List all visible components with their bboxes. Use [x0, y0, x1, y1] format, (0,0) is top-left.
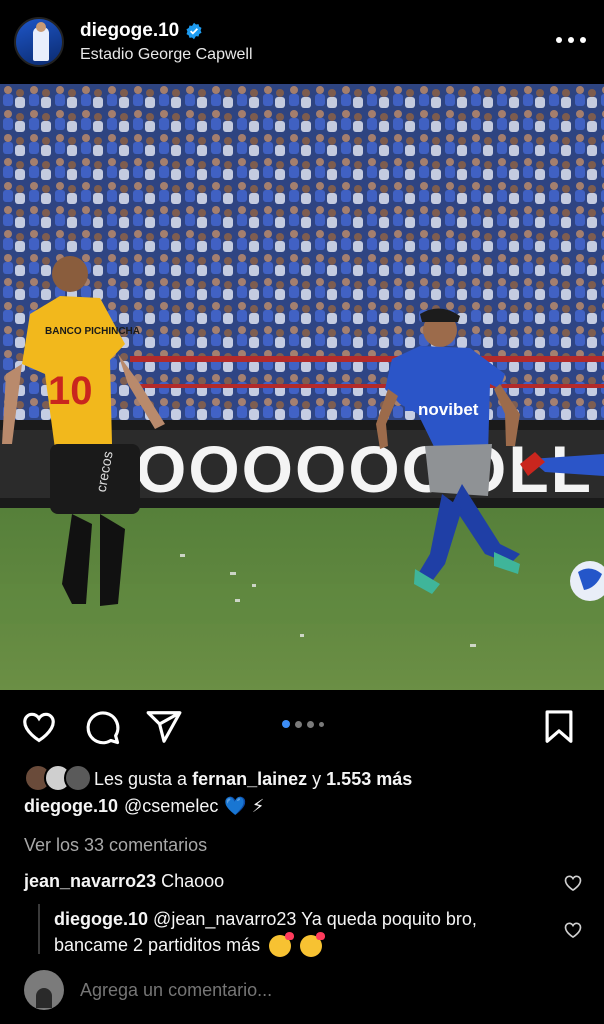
opponent-number: 10: [48, 369, 93, 413]
reply-thread-line: [38, 904, 40, 954]
post-caption: diegoge.10 @csemelec 💙 ⚡: [24, 796, 264, 817]
reply-like-heart-icon[interactable]: [563, 920, 583, 940]
more-options-icon[interactable]: [556, 30, 586, 50]
comment-like-heart-icon[interactable]: [563, 873, 583, 893]
carousel-dot: [307, 720, 314, 728]
author-info: diegoge.10 Estadio George Capwell: [80, 20, 253, 64]
reply-item: diegoge.10 @jean_navarro23 Ya queda poqu…: [54, 906, 544, 958]
comment-text: Chaooo: [161, 871, 225, 891]
liker-avatar: [64, 764, 92, 792]
likes-connector: y: [312, 768, 322, 789]
caption-emoji: 💙 ⚡: [224, 796, 265, 816]
jersey-sponsor: novibet: [418, 400, 479, 419]
likes-user[interactable]: fernan_lainez: [192, 769, 307, 790]
share-send-icon[interactable]: [145, 708, 183, 746]
likes-prefix: Les gusta a: [94, 768, 188, 789]
bookmark-icon[interactable]: [540, 708, 578, 746]
add-comment-row: [24, 970, 500, 1010]
post-header: diegoge.10 Estadio George Capwell: [0, 0, 604, 84]
caption-username[interactable]: diegoge.10: [24, 796, 118, 817]
carousel-dot-active: [282, 720, 290, 728]
action-bar: [0, 700, 604, 752]
liker-avatars: [24, 764, 94, 794]
author-avatar[interactable]: [14, 17, 64, 67]
like-heart-icon[interactable]: [20, 708, 58, 746]
opponent-shirt-text: BANCO PICHINCHA: [45, 326, 140, 337]
carousel-dot: [319, 721, 324, 727]
kiss-emoji-icon: [300, 932, 326, 958]
kiss-emoji-icon: [269, 932, 295, 958]
likes-summary[interactable]: Les gusta a fernan_lainez y 1.553 más: [24, 764, 412, 794]
reply-username[interactable]: diegoge.10: [54, 909, 148, 929]
post-photo[interactable]: OOOOOOOLL BANCO PICHINCHA 10 crecos novi…: [0, 84, 604, 690]
post-location[interactable]: Estadio George Capwell: [80, 46, 253, 64]
caption-mention[interactable]: @csemelec: [124, 796, 218, 817]
view-all-comments-link[interactable]: Ver los 33 comentarios: [24, 835, 207, 856]
current-user-avatar: [24, 970, 64, 1010]
verified-badge-icon: [186, 22, 202, 40]
likes-count[interactable]: 1.553 más: [326, 769, 412, 790]
add-comment-input[interactable]: [80, 979, 500, 1001]
comment-username[interactable]: jean_navarro23: [24, 871, 156, 891]
carousel-dot: [295, 720, 302, 728]
carousel-indicator: [282, 720, 324, 728]
comment-item: jean_navarro23 Chaooo: [24, 871, 224, 892]
author-username[interactable]: diegoge.10: [80, 20, 179, 42]
comment-icon[interactable]: [83, 708, 121, 746]
